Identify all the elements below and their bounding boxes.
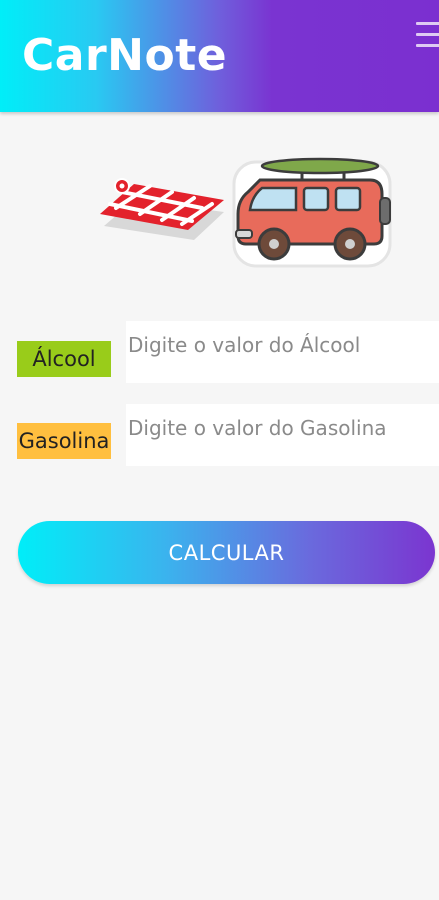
illustration-graphic [100,157,392,268]
gasolina-label: Gasolina [17,423,111,459]
alcool-label: Álcool [17,341,111,377]
alcool-input[interactable] [126,321,439,383]
van-with-surfboard-icon [232,157,392,268]
app-header: CarNote [0,0,439,112]
illustration [96,148,396,288]
city-map-icon [100,178,224,240]
calculate-button[interactable]: CALCULAR [18,521,435,584]
hamburger-menu-icon[interactable] [416,22,439,56]
app-title: CarNote [22,30,228,81]
gasolina-input[interactable] [126,404,439,466]
